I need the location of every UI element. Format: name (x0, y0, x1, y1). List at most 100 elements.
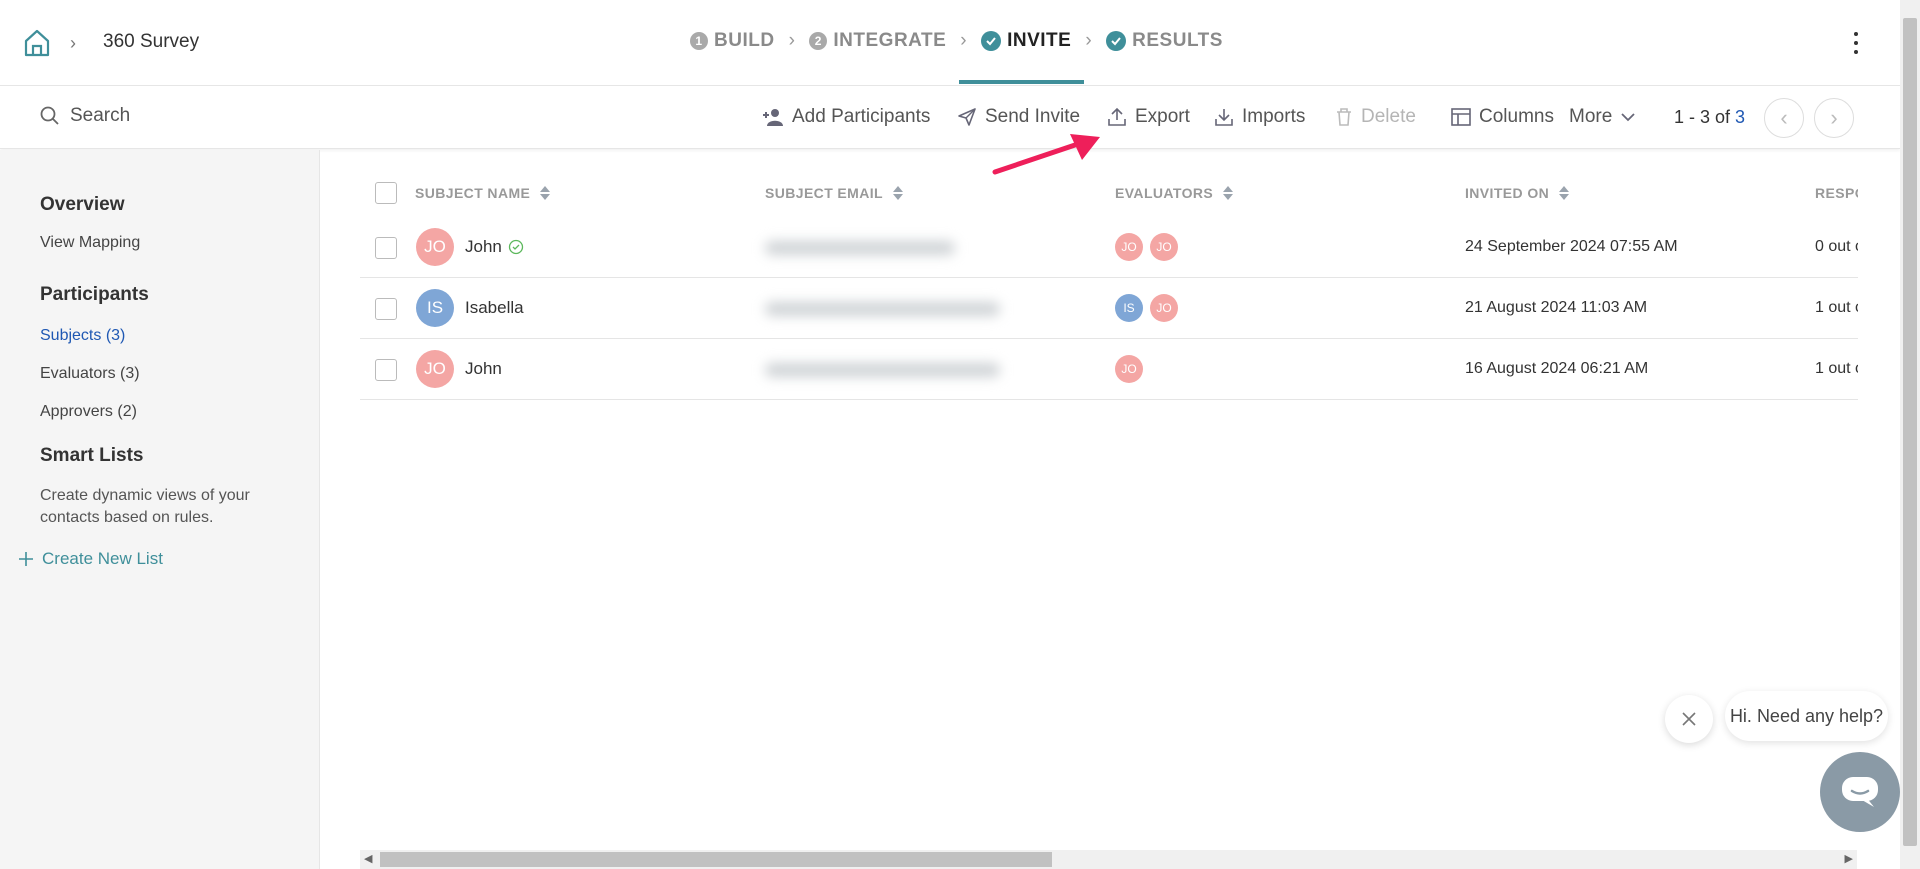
add-participants-label: Add Participants (792, 106, 931, 127)
create-new-list-button[interactable]: Create New List (18, 549, 163, 569)
sort-icon (1559, 186, 1570, 200)
table-row[interactable]: JO John JO 16 August 2024 06:21 AM 1 out… (360, 339, 1858, 400)
subject-name[interactable]: John (465, 237, 524, 257)
evaluator-avatar: JO (1115, 233, 1143, 261)
step-results[interactable]: RESULTS (1106, 30, 1223, 52)
subject-email-redacted (765, 241, 955, 255)
row-checkbox[interactable] (375, 359, 397, 381)
invited-on-date: 24 September 2024 07:55 AM (1465, 238, 1678, 255)
table-row[interactable]: IS Isabella IS JO 21 August 2024 11:03 A… (360, 278, 1858, 339)
step-label: INVITE (1007, 30, 1072, 51)
toolbar: Search Add Participants Send Invite Expo… (0, 87, 1900, 149)
table-row[interactable]: JO John JO JO 24 September 2024 07:55 AM… (360, 217, 1858, 278)
more-label: More (1569, 106, 1613, 127)
step-integrate[interactable]: 2 INTEGRATE (809, 30, 946, 52)
sidebar-item-view-mapping[interactable]: View Mapping (40, 234, 140, 252)
scroll-right-icon[interactable]: ▶ (1845, 852, 1853, 865)
add-participants-button[interactable]: Add Participants (762, 106, 930, 128)
vertical-scroll-thumb[interactable] (1903, 18, 1917, 846)
create-new-list-label: Create New List (42, 549, 163, 568)
column-header-label: SUBJECT NAME (415, 185, 531, 201)
search-icon (40, 106, 59, 125)
avatar: JO (416, 228, 454, 266)
step-navigation: 1 BUILD › 2 INTEGRATE › INVITE › RESULTS (690, 30, 1223, 52)
column-header-subject-name[interactable]: SUBJECT NAME (415, 185, 551, 201)
check-circle-icon (1106, 31, 1127, 51)
top-bar: › 360 Survey 1 BUILD › 2 INTEGRATE › INV… (0, 0, 1900, 86)
select-all-checkbox[interactable] (375, 182, 397, 204)
send-invite-label: Send Invite (985, 106, 1081, 127)
plus-icon (19, 552, 33, 566)
upload-icon (1108, 107, 1126, 126)
home-icon[interactable] (22, 28, 52, 58)
column-header-subject-email[interactable]: SUBJECT EMAIL (765, 185, 903, 201)
evaluator-avatar: IS (1115, 294, 1143, 322)
send-invite-button[interactable]: Send Invite (957, 106, 1080, 128)
more-options-icon[interactable] (1853, 32, 1859, 54)
more-dropdown[interactable]: More (1569, 106, 1636, 128)
smart-lists-description: Create dynamic views of your contacts ba… (40, 487, 250, 526)
prev-page-button[interactable]: ‹ (1764, 98, 1804, 138)
chevron-right-icon: › (1830, 105, 1838, 130)
column-header-responses[interactable]: RESPO (1815, 185, 1858, 201)
sort-icon (540, 186, 551, 200)
search-box[interactable]: Search (40, 105, 130, 127)
subject-name[interactable]: Isabella (465, 298, 524, 318)
sidebar: Overview View Mapping Participants Subje… (0, 150, 320, 869)
chat-launcher-button[interactable] (1820, 752, 1900, 832)
export-button[interactable]: Export (1107, 106, 1190, 128)
columns-label: Columns (1479, 106, 1554, 127)
response-count: 1 out o (1815, 360, 1858, 377)
chevron-down-icon (1621, 113, 1635, 122)
trash-icon (1337, 108, 1351, 126)
horizontal-scroll-thumb[interactable] (380, 852, 1052, 867)
next-page-button[interactable]: › (1814, 98, 1854, 138)
sort-icon (893, 186, 903, 200)
row-checkbox[interactable] (375, 237, 397, 259)
search-label: Search (70, 105, 131, 126)
sidebar-item-evaluators[interactable]: Evaluators (3) (40, 365, 140, 383)
active-step-underline (959, 80, 1084, 84)
send-icon (958, 108, 976, 126)
imports-button[interactable]: Imports (1214, 106, 1305, 128)
pager-range: 1 - 3 of (1674, 107, 1736, 127)
sidebar-item-subjects[interactable]: Subjects (3) (40, 327, 125, 345)
response-count: 0 out o (1815, 238, 1858, 255)
chat-close-button[interactable] (1665, 695, 1713, 743)
evaluator-avatar: JO (1115, 355, 1143, 383)
step-label: RESULTS (1132, 30, 1223, 51)
subject-name-text: John (465, 359, 502, 378)
column-header-invited-on[interactable]: INVITED ON (1465, 185, 1570, 201)
sidebar-heading-participants: Participants (40, 284, 149, 305)
horizontal-scrollbar[interactable]: ◀ ▶ (360, 850, 1857, 869)
scroll-left-icon[interactable]: ◀ (364, 852, 372, 865)
sidebar-item-approvers[interactable]: Approvers (2) (40, 403, 137, 421)
chat-greeting-bubble[interactable]: Hi. Need any help? (1725, 691, 1888, 741)
chevron-right-icon: › (70, 33, 76, 53)
close-icon (1682, 712, 1696, 726)
imports-label: Imports (1242, 106, 1306, 127)
vertical-scrollbar[interactable] (1900, 0, 1920, 869)
pagination-info: 1 - 3 of 3 (1674, 107, 1745, 128)
avatar: IS (416, 289, 454, 327)
subject-name[interactable]: John (465, 359, 502, 379)
step-label: INTEGRATE (833, 30, 947, 51)
step-number: 2 (809, 32, 828, 50)
column-header-label: RESPO (1815, 185, 1858, 201)
chevron-right-icon: › (1085, 30, 1093, 51)
verified-check-icon (508, 239, 524, 255)
download-icon (1215, 109, 1233, 126)
delete-button[interactable]: Delete (1335, 106, 1416, 128)
columns-button[interactable]: Columns (1451, 106, 1554, 128)
column-header-label: INVITED ON (1465, 185, 1550, 201)
row-checkbox[interactable] (375, 298, 397, 320)
sidebar-heading-smart-lists: Smart Lists (40, 445, 144, 466)
table-columns-icon (1451, 108, 1471, 126)
avatar: JO (416, 350, 454, 388)
subject-name-text: Isabella (465, 298, 524, 317)
column-header-evaluators[interactable]: EVALUATORS (1115, 185, 1234, 201)
column-header-label: EVALUATORS (1115, 185, 1214, 201)
step-invite[interactable]: INVITE (981, 30, 1071, 52)
pager-total: 3 (1735, 107, 1746, 127)
step-build[interactable]: 1 BUILD (690, 30, 775, 52)
